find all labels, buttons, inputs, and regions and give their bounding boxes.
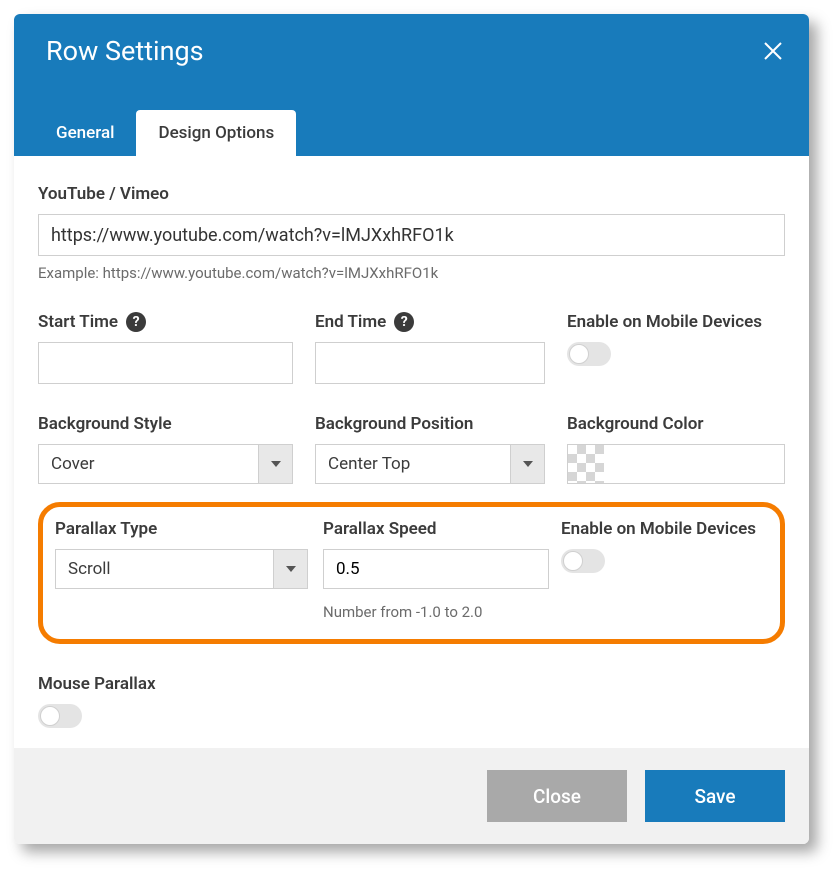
parallax-highlight: Parallax Type Scroll Parallax Speed Numb… [38,502,785,644]
enable-mobile-field-2: Enable on Mobile Devices [561,519,768,621]
youtube-vimeo-hint: Example: https://www.youtube.com/watch?v… [38,264,785,282]
parallax-speed-input[interactable] [323,549,549,589]
background-style-select[interactable]: Cover [38,444,293,484]
save-button[interactable]: Save [645,770,785,822]
transparency-swatch-icon [568,445,604,483]
close-icon[interactable] [761,39,785,67]
enable-mobile-label-1: Enable on Mobile Devices [567,312,785,332]
tab-general[interactable]: General [34,110,136,156]
background-style-value: Cover [39,445,258,483]
parallax-type-label: Parallax Type [55,519,315,539]
dialog-title: Row Settings [34,14,789,67]
background-position-field: Background Position Center Top [315,414,545,484]
enable-mobile-toggle-1[interactable] [567,342,611,366]
parallax-speed-field: Parallax Speed Number from -1.0 to 2.0 [323,519,553,621]
background-position-value: Center Top [316,445,510,483]
mouse-parallax-field: Mouse Parallax [38,674,785,728]
mouse-parallax-label: Mouse Parallax [38,674,785,694]
background-color-field: Background Color [567,414,785,484]
parallax-speed-hint: Number from -1.0 to 2.0 [323,603,553,621]
end-time-label: End Time ? [315,312,545,332]
background-position-label: Background Position [315,414,545,434]
start-time-input[interactable] [38,342,293,384]
help-icon[interactable]: ? [394,312,414,332]
dialog-header: Row Settings General Design Options [14,14,809,156]
background-style-field: Background Style Cover [38,414,293,484]
background-position-select[interactable]: Center Top [315,444,545,484]
end-time-input[interactable] [315,342,545,384]
enable-mobile-field-1: Enable on Mobile Devices [567,312,785,384]
tabs: General Design Options [34,110,296,156]
end-time-field: End Time ? [315,312,545,384]
parallax-type-select[interactable]: Scroll [55,549,308,589]
close-button[interactable]: Close [487,770,627,822]
row-settings-dialog: Row Settings General Design Options YouT… [14,14,809,844]
enable-mobile-label-2: Enable on Mobile Devices [561,519,768,539]
help-icon[interactable]: ? [126,312,146,332]
chevron-down-icon [510,445,544,483]
dialog-body: YouTube / Vimeo Example: https://www.you… [14,156,809,748]
parallax-type-value: Scroll [56,550,273,588]
chevron-down-icon [273,550,307,588]
dialog-footer: Close Save [14,748,809,844]
background-color-label: Background Color [567,414,785,434]
background-style-label: Background Style [38,414,293,434]
youtube-vimeo-label: YouTube / Vimeo [38,184,785,204]
chevron-down-icon [258,445,292,483]
start-time-field: Start Time ? [38,312,293,384]
youtube-vimeo-input[interactable] [38,214,785,256]
start-time-label: Start Time ? [38,312,293,332]
tab-design-options[interactable]: Design Options [136,110,296,156]
parallax-type-field: Parallax Type Scroll [55,519,315,621]
enable-mobile-toggle-2[interactable] [561,549,605,573]
background-color-input[interactable] [567,444,785,484]
parallax-speed-label: Parallax Speed [323,519,553,539]
youtube-vimeo-field: YouTube / Vimeo Example: https://www.you… [38,184,785,282]
mouse-parallax-toggle[interactable] [38,704,82,728]
